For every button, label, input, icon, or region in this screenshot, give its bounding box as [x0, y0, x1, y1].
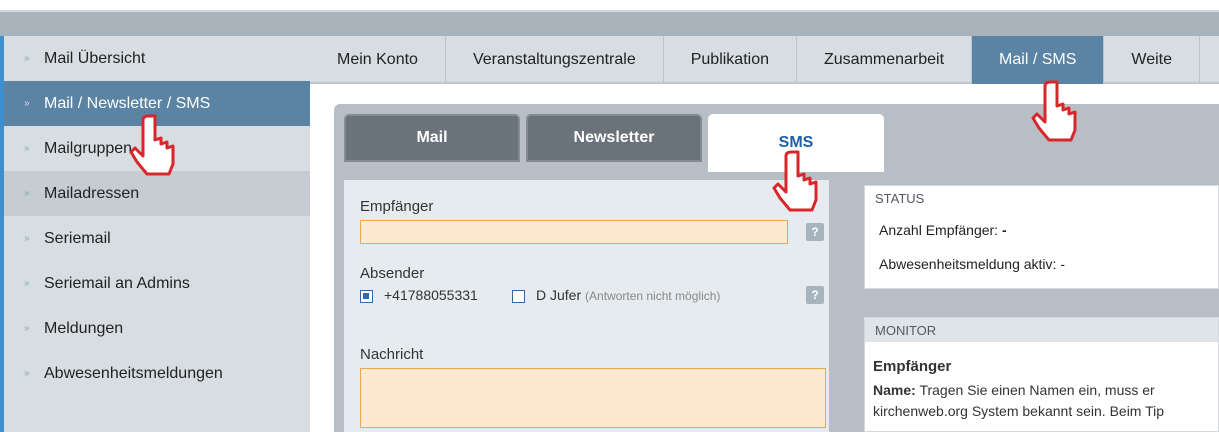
sidebar-item-label: Abwesenheitsmeldungen — [44, 364, 223, 382]
hand-pointer-icon — [772, 150, 818, 212]
status-recipients-value: - — [1001, 222, 1007, 238]
message-label: Nachricht — [360, 346, 424, 363]
tab-publikation[interactable]: Publikation — [664, 36, 797, 84]
sender-phone-label: +41788055331 — [384, 287, 478, 303]
sidebar-item-label: Mailgruppen — [44, 139, 133, 157]
sidebar-item-label: Mailadressen — [44, 184, 140, 202]
status-recipients-label: Anzahl Empfänger: — [879, 222, 999, 238]
hand-pointer-icon — [1031, 80, 1077, 142]
top-bar — [0, 0, 1219, 36]
sidebar-item-abwesenheitsmeldungen[interactable]: » Abwesenheitsmeldungen — [4, 351, 310, 396]
sidebar: » Mail Übersicht » Mail / Newsletter / SMS… — [0, 36, 310, 432]
monitor-title: Empfänger — [873, 358, 952, 375]
status-absence-label: Abwesenheitsmeldung aktiv: — [879, 256, 1057, 272]
double-chevron-icon: » — [24, 233, 30, 244]
status-recipients: Anzahl Empfänger: - — [879, 222, 1007, 238]
monitor-heading: MONITOR — [865, 318, 1218, 342]
status-absence: Abwesenheitsmeldung aktiv: - — [879, 256, 1065, 272]
tab-weitere[interactable]: Weite — [1104, 36, 1200, 84]
sender-name-checkbox[interactable] — [512, 290, 525, 303]
subtab-mail[interactable]: Mail — [344, 114, 520, 162]
double-chevron-icon: » — [24, 368, 30, 379]
double-chevron-icon: » — [24, 323, 30, 334]
double-chevron-icon: » — [24, 278, 30, 289]
double-chevron-icon: » — [24, 53, 30, 64]
sidebar-item-label: Mail / Newsletter / SMS — [44, 94, 211, 112]
sidebar-item-meldungen[interactable]: » Meldungen — [4, 306, 310, 351]
tab-mail-sms[interactable]: Mail / SMS — [972, 36, 1105, 84]
monitor-line-2: kirchenweb.org System bekannt sein. Beim… — [873, 403, 1165, 419]
status-absence-value: - — [1060, 256, 1065, 272]
sidebar-item-seriemail[interactable]: » Seriemail — [4, 216, 310, 261]
monitor-line-1: Tragen Sie einen Namen ein, muss er — [919, 382, 1155, 398]
monitor-name-label: Name: — [873, 382, 916, 398]
status-box: STATUS Anzahl Empfänger: - Abwesenheitsm… — [864, 185, 1219, 289]
tab-veranstaltungszentrale[interactable]: Veranstaltungszentrale — [446, 36, 664, 84]
double-chevron-icon: » — [24, 188, 30, 199]
sidebar-item-label: Mail Übersicht — [44, 49, 146, 67]
message-textarea[interactable] — [360, 368, 826, 428]
sender-name-label: D Jufer (Antworten nicht möglich) — [536, 287, 720, 303]
recipient-label: Empfänger — [360, 198, 434, 215]
recipient-input[interactable] — [360, 220, 788, 244]
tab-mein-konto[interactable]: Mein Konto — [310, 36, 446, 84]
sidebar-item-mail-uebersicht[interactable]: » Mail Übersicht — [4, 36, 310, 81]
top-navigation: Mein Konto Veranstaltungszentrale Publik… — [310, 36, 1219, 84]
sender-label: Absender — [360, 265, 425, 282]
monitor-box: MONITOR Empfänger Name: Tragen Sie einen… — [864, 317, 1219, 432]
header-strip — [0, 10, 1219, 36]
sender-phone-checkbox[interactable] — [360, 290, 373, 303]
sender-name-hint: (Antworten nicht möglich) — [585, 289, 721, 303]
double-chevron-icon: » — [24, 143, 30, 154]
tab-zusammenarbeit[interactable]: Zusammenarbeit — [797, 36, 973, 84]
hand-pointer-icon — [129, 114, 175, 176]
status-heading: STATUS — [875, 190, 925, 206]
help-icon[interactable]: ? — [806, 286, 824, 304]
double-chevron-icon: » — [24, 98, 30, 109]
subtab-newsletter[interactable]: Newsletter — [526, 114, 702, 162]
sms-form: Empfänger ? Absender +41788055331 D Jufe… — [344, 180, 829, 432]
sidebar-item-label: Seriemail — [44, 229, 111, 247]
sidebar-item-label: Seriemail an Admins — [44, 274, 190, 292]
sidebar-item-seriemail-admins[interactable]: » Seriemail an Admins — [4, 261, 310, 306]
sender-name-text: D Jufer — [536, 287, 582, 303]
sidebar-item-label: Meldungen — [44, 319, 124, 337]
monitor-text: Name: Tragen Sie einen Namen ein, muss e… — [873, 380, 1219, 422]
help-icon[interactable]: ? — [806, 223, 824, 241]
